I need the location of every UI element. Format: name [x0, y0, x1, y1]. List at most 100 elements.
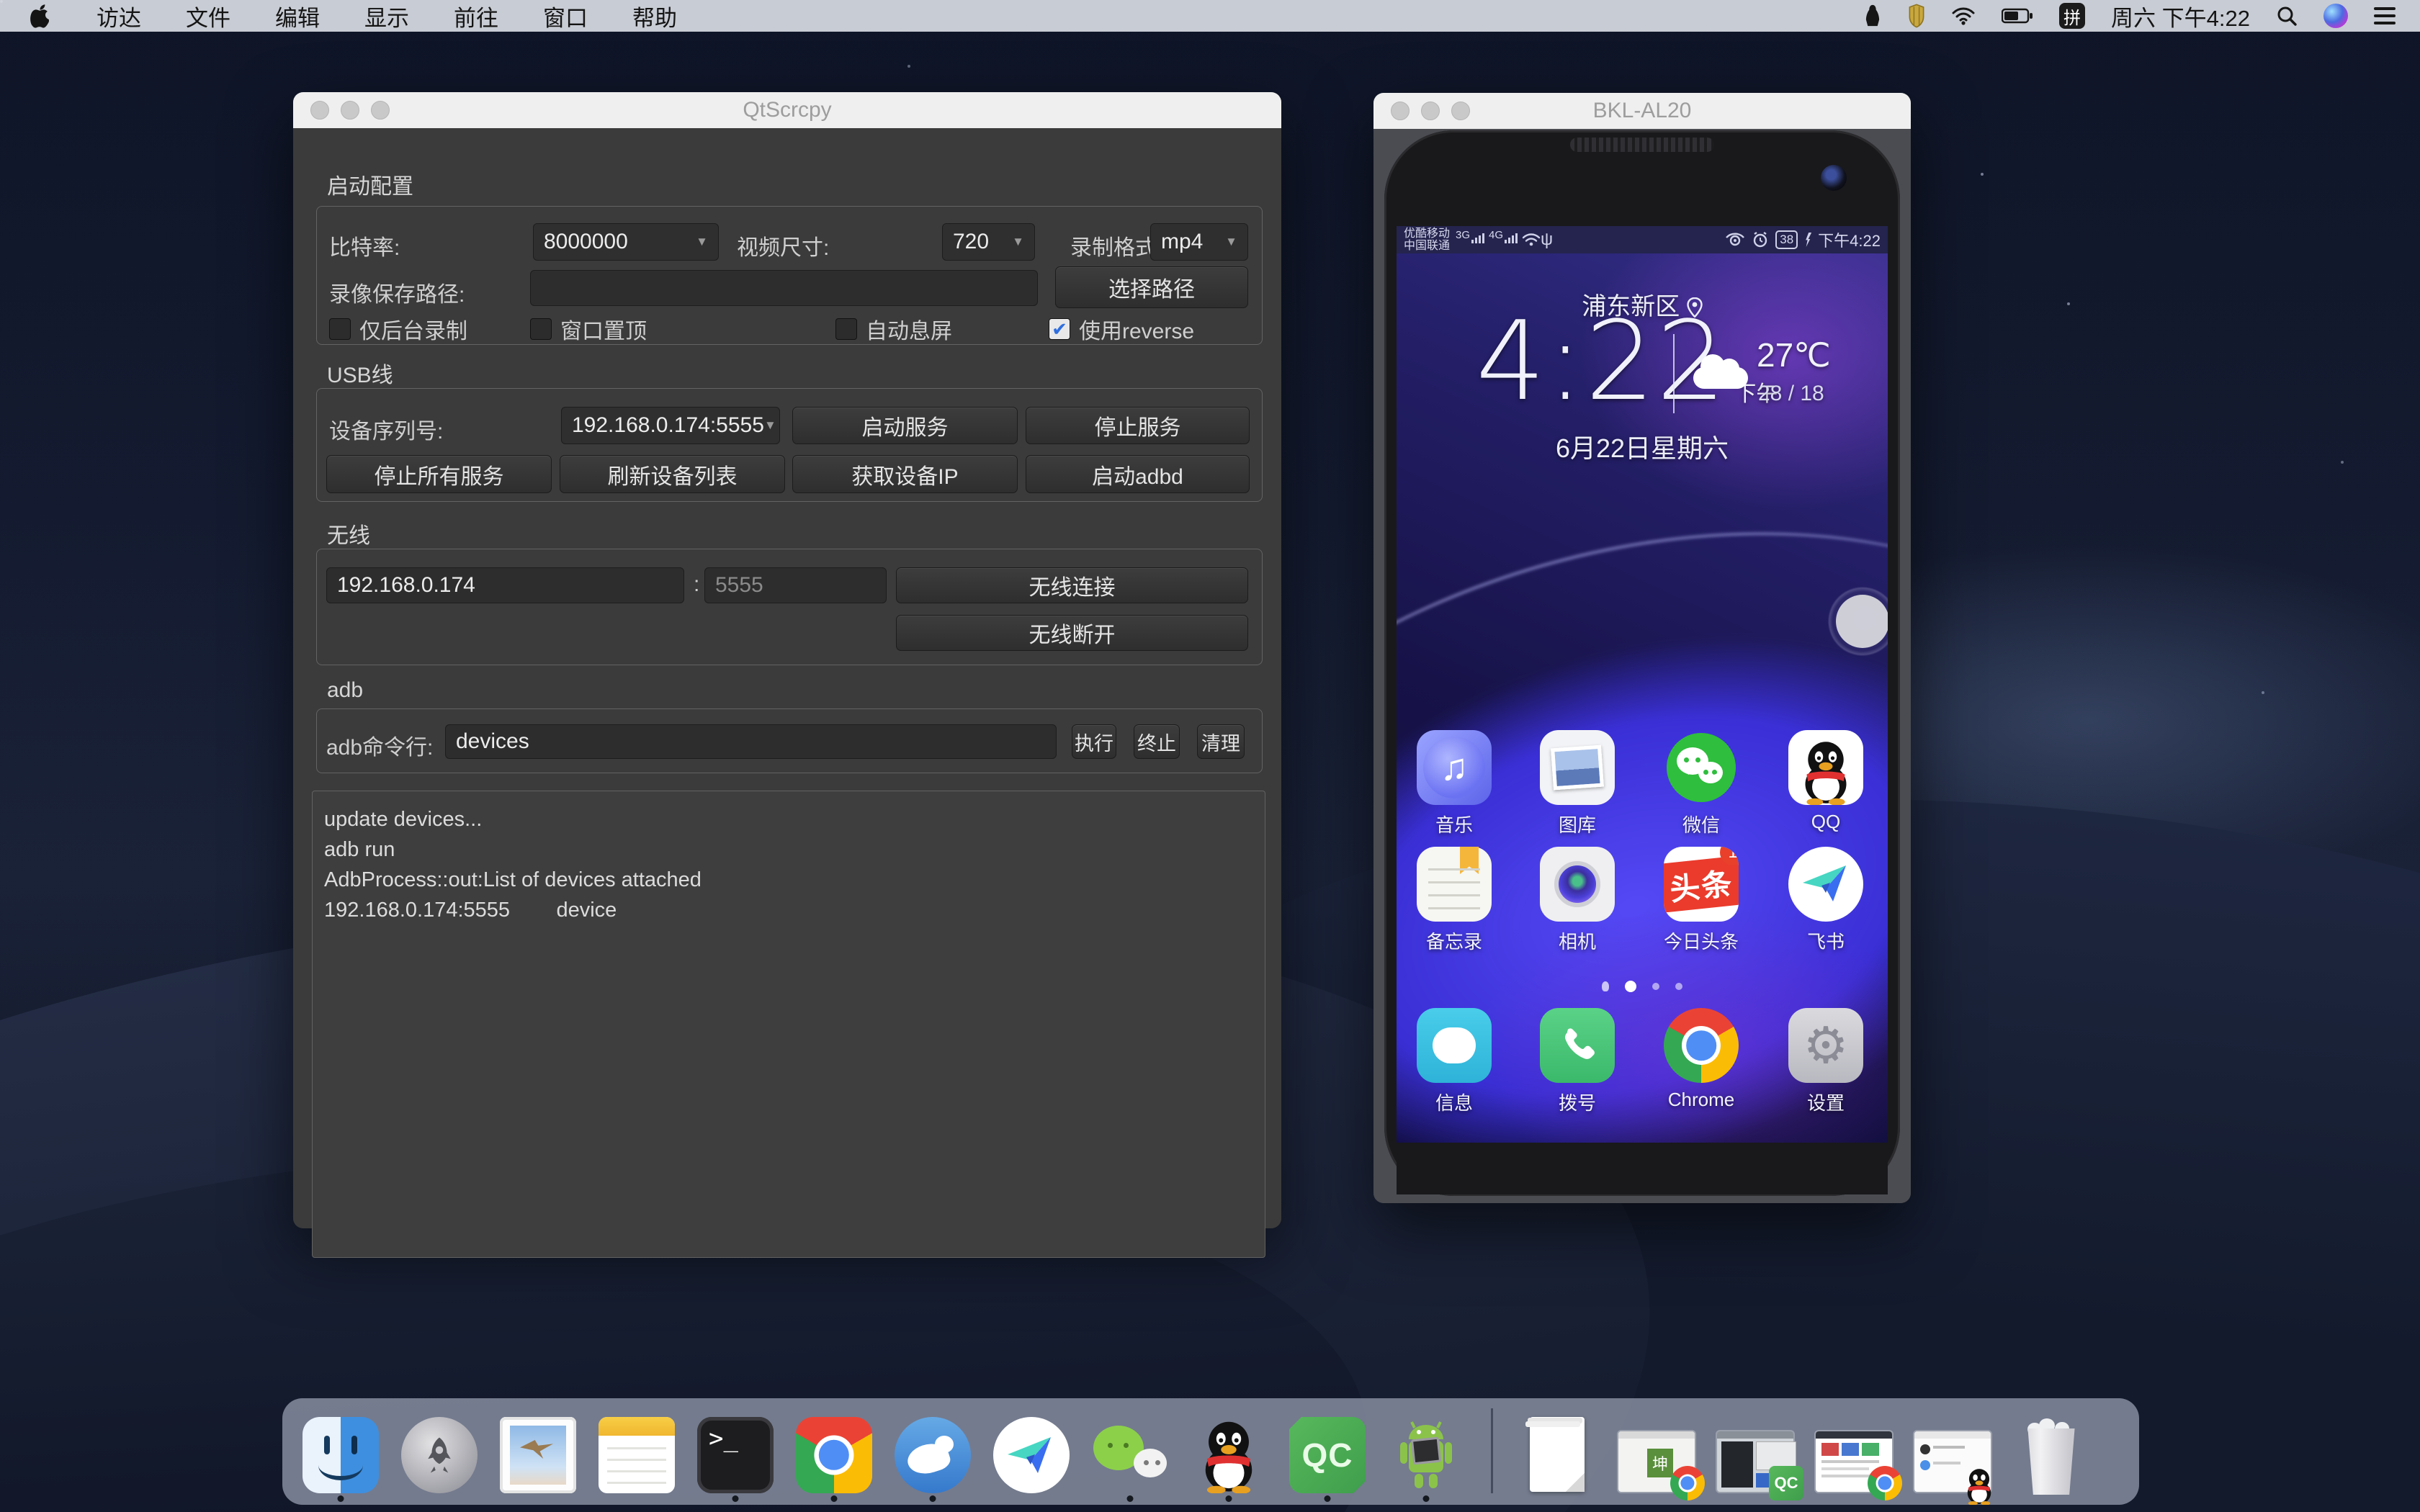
wireless-port-input[interactable]: [704, 567, 887, 603]
serial-value: 192.168.0.174:5555: [572, 413, 764, 438]
dock-item-mail[interactable]: [498, 1410, 578, 1493]
shield-icon[interactable]: [1908, 4, 1925, 28]
checkbox-background-record[interactable]: 仅后台录制: [329, 313, 467, 345]
get-device-ip-button[interactable]: 获取设备IP: [792, 455, 1018, 493]
music-app-icon[interactable]: ♫: [1417, 730, 1492, 805]
battery-icon[interactable]: [2002, 7, 2033, 24]
notification-list-icon[interactable]: [2374, 7, 2396, 24]
gallery-app-icon[interactable]: [1540, 730, 1615, 805]
dock-item-window-thumb-qtscrcpy[interactable]: QC: [1716, 1410, 1795, 1493]
date-widget[interactable]: 6月22日星期六: [1397, 428, 1888, 465]
stop-all-services-button[interactable]: 停止所有服务: [326, 455, 552, 493]
bitrate-combo[interactable]: 8000000▼: [533, 223, 719, 261]
checkbox-box[interactable]: [329, 318, 351, 340]
app-dialer[interactable]: 拨号: [1534, 1008, 1621, 1115]
app-feishu[interactable]: 飞书: [1783, 847, 1869, 954]
app-messages[interactable]: 信息: [1411, 1008, 1497, 1115]
toutiao-app-icon[interactable]: 头条 1: [1664, 847, 1739, 922]
pinyin-input-icon[interactable]: 拼: [2059, 3, 2085, 29]
app-music[interactable]: ♫ 音乐: [1411, 730, 1497, 837]
checkbox-screen-off[interactable]: 自动息屏: [835, 313, 952, 345]
app-notes[interactable]: 备忘录: [1411, 847, 1497, 954]
menu-item-window[interactable]: 窗口: [543, 0, 588, 32]
record-path-input[interactable]: [530, 270, 1038, 306]
menu-item-finder[interactable]: 访达: [97, 0, 141, 32]
refresh-device-list-button[interactable]: 刷新设备列表: [560, 455, 785, 493]
dialer-app-icon[interactable]: [1540, 1008, 1615, 1083]
app-camera[interactable]: 相机: [1534, 847, 1621, 954]
camera-app-icon[interactable]: [1540, 847, 1615, 922]
minimize-button[interactable]: [341, 101, 359, 120]
choose-path-button[interactable]: 选择路径: [1055, 266, 1248, 308]
menu-item-view[interactable]: 显示: [364, 0, 409, 32]
adb-kill-button[interactable]: 终止: [1134, 724, 1180, 759]
start-service-button[interactable]: 启动服务: [792, 407, 1018, 444]
siri-icon[interactable]: [2323, 4, 2348, 28]
chrome-app-icon[interactable]: [1664, 1008, 1739, 1083]
app-chrome[interactable]: Chrome: [1658, 1008, 1744, 1111]
menu-item-go[interactable]: 前往: [454, 0, 498, 32]
stop-service-button[interactable]: 停止服务: [1026, 407, 1250, 444]
serial-combo[interactable]: 192.168.0.174:5555▼: [561, 407, 780, 444]
adb-log-output[interactable]: update devices... adb run AdbProcess::ou…: [312, 791, 1265, 1258]
menu-item-edit[interactable]: 编辑: [275, 0, 320, 32]
dock-item-notes[interactable]: [597, 1410, 676, 1493]
dock-item-wechat[interactable]: [1090, 1410, 1170, 1493]
qq-penguin-icon[interactable]: [1863, 4, 1882, 28]
search-icon[interactable]: [2276, 5, 2298, 27]
messages-app-icon[interactable]: [1417, 1008, 1492, 1083]
zoom-button[interactable]: [371, 101, 390, 120]
menu-bar-clock[interactable]: 周六 下午4:22: [2111, 0, 2250, 32]
feishu-app-icon[interactable]: [1788, 847, 1863, 922]
close-button[interactable]: [1391, 102, 1410, 120]
phone-titlebar[interactable]: BKL-AL20: [1373, 93, 1911, 129]
dock-item-window-thumb-qq[interactable]: [1913, 1410, 1992, 1493]
adb-clear-button[interactable]: 清理: [1197, 724, 1245, 759]
qq-app-icon[interactable]: [1788, 730, 1863, 805]
notes-app-icon[interactable]: [1417, 847, 1492, 922]
app-wechat[interactable]: 微信: [1658, 730, 1744, 837]
start-adbd-button[interactable]: 启动adbd: [1026, 455, 1250, 493]
wireless-ip-input[interactable]: [326, 567, 684, 603]
zoom-button[interactable]: [1451, 102, 1470, 120]
app-settings[interactable]: ⚙ 设置: [1783, 1008, 1869, 1115]
checkbox-box[interactable]: [835, 318, 857, 340]
checkbox-box[interactable]: [530, 318, 552, 340]
checkbox-use-reverse[interactable]: ✔ 使用reverse: [1049, 313, 1194, 345]
wireless-connect-button[interactable]: 无线连接: [896, 567, 1248, 603]
menu-item-help[interactable]: 帮助: [632, 0, 677, 32]
wireless-disconnect-button[interactable]: 无线断开: [896, 615, 1248, 651]
minimize-button[interactable]: [1421, 102, 1440, 120]
dock-item-terminal[interactable]: >_: [696, 1410, 775, 1493]
dock-item-chrome[interactable]: [794, 1410, 874, 1493]
dock-item-feishu[interactable]: [992, 1410, 1071, 1493]
dock-item-documents-stack[interactable]: [1518, 1410, 1597, 1493]
app-qq[interactable]: QQ: [1783, 730, 1869, 833]
checkbox-box-checked[interactable]: ✔: [1049, 318, 1070, 340]
adb-cmd-input[interactable]: [445, 724, 1057, 759]
close-button[interactable]: [310, 101, 329, 120]
checkbox-always-on-top[interactable]: 窗口置顶: [530, 313, 647, 345]
menu-item-file[interactable]: 文件: [186, 0, 230, 32]
dock-item-trash[interactable]: [2012, 1410, 2091, 1493]
dock-item-window-thumb-web[interactable]: [1814, 1410, 1894, 1493]
dock-item-qq[interactable]: [1189, 1410, 1268, 1493]
qtscrcpy-titlebar[interactable]: QtScrcpy: [293, 92, 1281, 128]
app-gallery[interactable]: 图库: [1534, 730, 1621, 837]
phone-screen[interactable]: 优酷移动 中国联通 3G 4G ψ: [1397, 226, 1888, 1143]
adb-exec-button[interactable]: 执行: [1072, 724, 1116, 759]
wechat-app-icon[interactable]: [1664, 730, 1739, 805]
dock-item-launchpad[interactable]: [400, 1410, 479, 1493]
dock-item-android-tool[interactable]: [1386, 1410, 1466, 1493]
charging-bolt-icon: [1804, 233, 1811, 247]
record-format-combo[interactable]: mp4▼: [1150, 223, 1248, 261]
app-toutiao[interactable]: 头条 1 今日头条: [1658, 847, 1744, 954]
dock-item-qtscrcpy[interactable]: QC: [1288, 1410, 1367, 1493]
settings-app-icon[interactable]: ⚙: [1788, 1008, 1863, 1083]
video-size-combo[interactable]: 720▼: [942, 223, 1035, 261]
apple-menu-icon[interactable]: [30, 4, 52, 28]
dock-item-finder[interactable]: [301, 1410, 380, 1493]
wifi-icon[interactable]: [1951, 6, 1976, 25]
dock-item-seal-app[interactable]: [893, 1410, 972, 1493]
dock-item-window-thumb-chrome[interactable]: 坤: [1617, 1410, 1696, 1493]
